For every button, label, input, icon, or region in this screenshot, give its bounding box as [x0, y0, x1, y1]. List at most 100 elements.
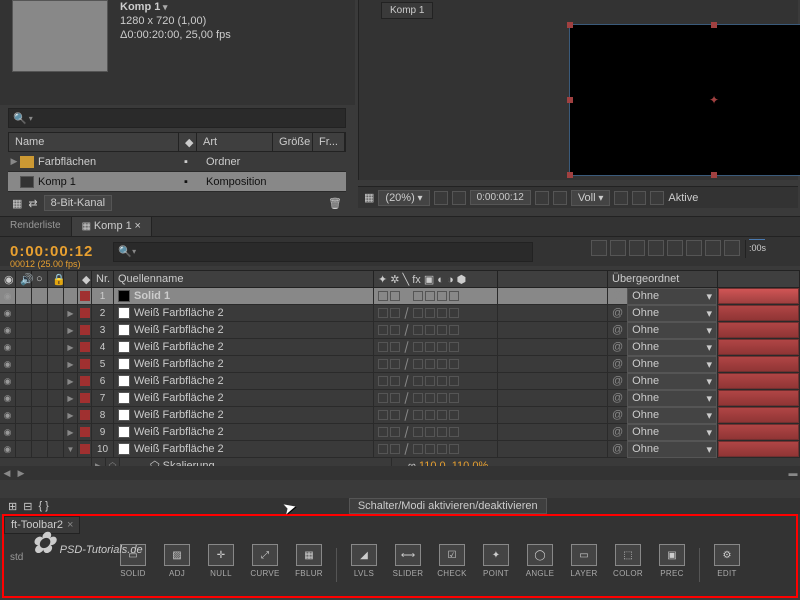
- brainstorm-icon[interactable]: [686, 240, 702, 256]
- layer-row[interactable]: ▶6Weiß Farbfläche 2@Ohne▾: [0, 373, 800, 390]
- parent-control[interactable]: @Ohne▾: [608, 407, 718, 423]
- pickwhip-icon[interactable]: @: [612, 341, 623, 353]
- frame-blend-icon[interactable]: [629, 240, 645, 256]
- audio-toggle[interactable]: [16, 356, 32, 372]
- handle[interactable]: [567, 22, 573, 28]
- handle[interactable]: [711, 172, 717, 178]
- label-color[interactable]: [78, 407, 92, 423]
- timeline-scrollbar[interactable]: ◀ ▶ ▬: [0, 466, 800, 480]
- col-type[interactable]: Art: [197, 133, 273, 151]
- project-item-folder[interactable]: ▶ Farbflächen ▪ Ordner: [8, 152, 346, 172]
- layer-name[interactable]: Weiß Farbfläche 2: [114, 305, 374, 321]
- layer-row[interactable]: ▶9Weiß Farbfläche 2@Ohne▾: [0, 424, 800, 441]
- layer-bar[interactable]: [718, 339, 800, 355]
- always-preview-icon[interactable]: ▦: [364, 191, 374, 204]
- viewer-tab[interactable]: Komp 1: [381, 2, 433, 19]
- col-number[interactable]: Nr.: [92, 271, 114, 287]
- col-visibility[interactable]: ◉: [0, 271, 16, 287]
- scroll-left-icon[interactable]: ◀: [0, 468, 14, 479]
- parent-dropdown[interactable]: Ohne▾: [627, 339, 717, 356]
- ft-btn-solid[interactable]: ▭SOLID: [114, 544, 152, 582]
- visibility-toggle[interactable]: [0, 441, 16, 457]
- toggle-brackets-icon[interactable]: { }: [38, 500, 48, 513]
- auto-kf-icon[interactable]: [705, 240, 721, 256]
- grid-icon[interactable]: [434, 191, 448, 205]
- zoom-out-icon[interactable]: ▬: [786, 468, 800, 478]
- project-item-comp[interactable]: Komp 1 ▪ Komposition: [8, 172, 346, 192]
- lock-toggle[interactable]: [48, 424, 64, 440]
- project-search[interactable]: 🔍▾: [8, 108, 346, 128]
- lock-toggle[interactable]: [48, 441, 64, 457]
- layer-bar[interactable]: [718, 373, 800, 389]
- audio-toggle[interactable]: [16, 424, 32, 440]
- layer-switches[interactable]: [374, 407, 498, 423]
- label-color[interactable]: [78, 441, 92, 457]
- twisty-icon[interactable]: ▶: [64, 288, 78, 304]
- layer-switches[interactable]: [374, 339, 498, 355]
- ft-btn-lvls[interactable]: ◢LVLS: [345, 544, 383, 582]
- audio-toggle[interactable]: [16, 305, 32, 321]
- graph-editor-icon[interactable]: [667, 240, 683, 256]
- parent-dropdown[interactable]: Ohne▾: [627, 322, 717, 339]
- col-lock[interactable]: 🔒: [48, 271, 64, 287]
- layer-bar[interactable]: [718, 407, 800, 423]
- pickwhip-icon[interactable]: @: [612, 290, 623, 302]
- parent-dropdown[interactable]: Ohne▾: [627, 390, 717, 407]
- lock-toggle[interactable]: [48, 322, 64, 338]
- layer-bar[interactable]: [718, 305, 800, 321]
- layer-row[interactable]: ▶4Weiß Farbfläche 2@Ohne▾: [0, 339, 800, 356]
- transparency-icon[interactable]: [632, 191, 646, 205]
- active-camera[interactable]: Aktive: [668, 192, 698, 204]
- col-audio[interactable]: 🔊: [16, 271, 32, 287]
- visibility-toggle[interactable]: [0, 322, 16, 338]
- audio-toggle[interactable]: [16, 373, 32, 389]
- solo-toggle[interactable]: [32, 441, 48, 457]
- visibility-toggle[interactable]: [0, 373, 16, 389]
- channel-icon[interactable]: [553, 191, 567, 205]
- col-parent[interactable]: Übergeordnet: [608, 271, 718, 287]
- parent-control[interactable]: @Ohne▾: [608, 356, 718, 372]
- label-color[interactable]: [78, 288, 92, 304]
- solo-toggle[interactable]: [32, 373, 48, 389]
- flow-icon[interactable]: ⇄: [28, 197, 37, 210]
- close-icon[interactable]: ×: [135, 220, 141, 232]
- dropdown-icon[interactable]: ▾: [29, 114, 33, 123]
- lock-toggle[interactable]: [48, 407, 64, 423]
- audio-toggle[interactable]: [16, 441, 32, 457]
- pickwhip-icon[interactable]: @: [612, 358, 623, 370]
- draft3d-icon[interactable]: [724, 240, 740, 256]
- time-ruler[interactable]: :00s: [745, 240, 800, 258]
- layer-switches[interactable]: [374, 305, 498, 321]
- ft-btn-curve[interactable]: ⤢CURVE: [246, 544, 284, 582]
- layer-bar[interactable]: [718, 288, 800, 304]
- pickwhip-icon[interactable]: @: [612, 409, 623, 421]
- twisty-icon[interactable]: ▶: [64, 322, 78, 338]
- toggle-switches-icon[interactable]: ⊞: [8, 500, 17, 513]
- visibility-toggle[interactable]: [0, 356, 16, 372]
- anchor-icon[interactable]: ✦: [709, 95, 719, 105]
- col-fr[interactable]: Fr...: [313, 133, 345, 151]
- col-source[interactable]: Quellenname: [114, 271, 374, 287]
- mask-icon[interactable]: [452, 191, 466, 205]
- parent-dropdown[interactable]: Ohne▾: [627, 305, 717, 322]
- snapshot-icon[interactable]: [535, 191, 549, 205]
- solo-toggle[interactable]: [32, 322, 48, 338]
- layer-bar[interactable]: [718, 441, 800, 457]
- viewer-canvas[interactable]: ✦: [569, 24, 800, 176]
- twisty-icon[interactable]: ▶: [64, 373, 78, 389]
- layer-row[interactable]: ▶3Weiß Farbfläche 2@Ohne▾: [0, 322, 800, 339]
- ft-btn-color[interactable]: ⬚COLOR: [609, 544, 647, 582]
- pickwhip-icon[interactable]: @: [612, 426, 623, 438]
- bpc-toggle[interactable]: 8-Bit-Kanal: [44, 195, 112, 211]
- layer-row[interactable]: ▼10Weiß Farbfläche 2@Ohne▾: [0, 441, 800, 458]
- label-color[interactable]: [78, 390, 92, 406]
- comp-name[interactable]: Komp 1: [120, 0, 231, 14]
- audio-toggle[interactable]: [16, 322, 32, 338]
- trash-icon[interactable]: 🗑: [328, 197, 342, 210]
- parent-dropdown[interactable]: Ohne▾: [627, 373, 717, 390]
- layer-name[interactable]: Weiß Farbfläche 2: [114, 373, 374, 389]
- pickwhip-icon[interactable]: @: [612, 307, 623, 319]
- toggle-modes-icon[interactable]: ⊟: [23, 500, 32, 513]
- twisty-icon[interactable]: ▶: [64, 407, 78, 423]
- parent-control[interactable]: @Ohne▾: [608, 390, 718, 406]
